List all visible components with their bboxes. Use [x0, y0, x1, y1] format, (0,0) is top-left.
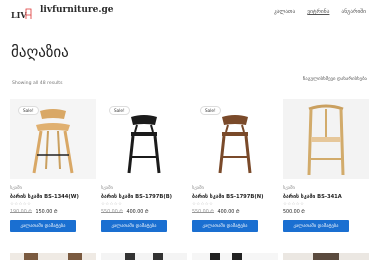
- product-price: 550.00 ₾ 400.00 ₾: [101, 209, 149, 215]
- rating-stars: ☆☆☆☆☆: [10, 202, 32, 207]
- add-to-cart-button[interactable]: კალათაში დამატება: [10, 220, 76, 232]
- product-category[interactable]: სკამი: [283, 186, 295, 191]
- product-thumbnail: [283, 253, 369, 260]
- rating-stars: ☆☆☆☆☆: [283, 202, 305, 207]
- site-name[interactable]: livfurniture.ge: [40, 5, 114, 15]
- product-thumbnail: [10, 253, 96, 260]
- old-price: 190.00 ₾: [10, 210, 33, 215]
- product-category[interactable]: სკამი: [192, 186, 204, 191]
- site-header: LIV livfurniture.ge კალათა ვიტრინა ანგარ…: [0, 0, 380, 28]
- add-to-cart-button[interactable]: კალათაში დამატება: [101, 220, 167, 232]
- product-name[interactable]: ბარის სკამი BS-341A: [283, 194, 342, 200]
- product-name[interactable]: ბარის სკამი BS-1797B(N): [192, 194, 263, 200]
- sale-badge: Sale!: [18, 106, 39, 115]
- add-to-cart-button[interactable]: კალათაში დამატება: [192, 220, 258, 232]
- product-price: 550.00 ₾ 400.00 ₾: [192, 209, 240, 215]
- product-image[interactable]: Sale!: [10, 99, 96, 179]
- wishbone-bar-stool-image: [283, 99, 369, 179]
- results-count: Showing all 48 results: [12, 81, 63, 86]
- current-price: 150.00 ₾: [35, 210, 58, 215]
- product-image[interactable]: Sale!: [101, 99, 187, 179]
- sale-badge: Sale!: [200, 106, 221, 115]
- old-price: 550.00 ₾: [101, 210, 124, 215]
- product-image[interactable]: Sale!: [192, 99, 278, 179]
- current-price: 500.00 ₾: [283, 210, 306, 215]
- add-to-cart-button[interactable]: კალათაში დამატება: [283, 220, 349, 232]
- product-image[interactable]: [283, 99, 369, 179]
- old-price: 550.00 ₾: [192, 210, 215, 215]
- current-price: 400.00 ₾: [126, 210, 149, 215]
- product-thumbnail: [101, 253, 187, 260]
- product-category[interactable]: სკამი: [10, 186, 22, 191]
- product-price: 500.00 ₾: [283, 209, 305, 215]
- product-image-peek[interactable]: [10, 249, 96, 260]
- product-image-peek[interactable]: [283, 249, 369, 260]
- page-title: მაღაზია: [11, 43, 69, 61]
- product-name[interactable]: ბარის სკამი BS-1797B(B): [101, 194, 172, 200]
- product-image-peek[interactable]: [101, 249, 187, 260]
- product-price: 190.00 ₾ 150.00 ₾: [10, 209, 58, 215]
- sort-select[interactable]: ნაგულისხმევი დახარისხება: [303, 77, 367, 82]
- logo-mark-text: LIV: [11, 10, 27, 20]
- rating-stars: ☆☆☆☆☆: [101, 202, 123, 207]
- rating-stars: ☆☆☆☆☆: [192, 202, 214, 207]
- product-image-peek[interactable]: [192, 249, 278, 260]
- main-nav: კალათა ვიტრინა ანგარიში: [274, 9, 366, 15]
- logo-icon[interactable]: LIV: [10, 6, 34, 22]
- product-name[interactable]: ბარის სკამი BS-1344(W): [10, 194, 79, 200]
- product-thumbnail: [192, 253, 278, 260]
- current-price: 400.00 ₾: [217, 210, 240, 215]
- nav-account[interactable]: ანგარიში: [341, 9, 366, 15]
- product-category[interactable]: სკამი: [101, 186, 113, 191]
- nav-shop[interactable]: ვიტრინა: [307, 9, 329, 15]
- nav-cart[interactable]: კალათა: [274, 9, 295, 15]
- sale-badge: Sale!: [109, 106, 130, 115]
